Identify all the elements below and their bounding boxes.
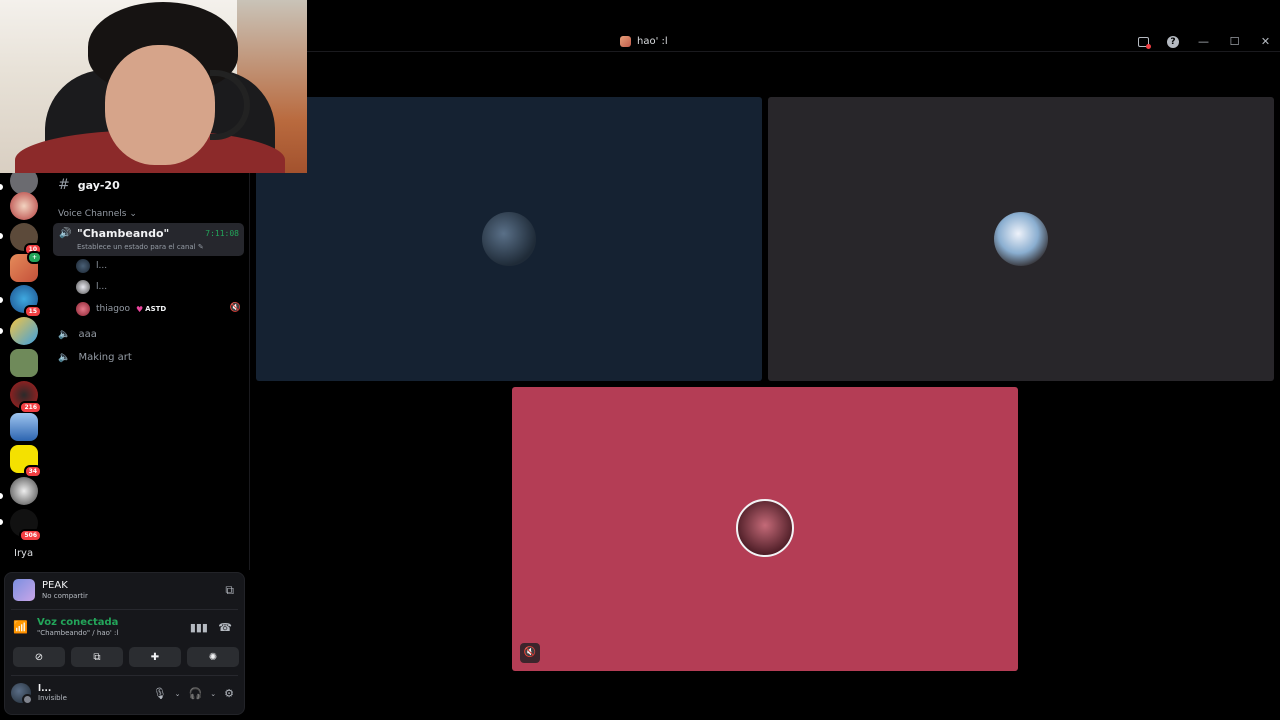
guild-tag: ♥ ASTD [135,304,167,314]
activities-button[interactable]: ✚ [129,647,181,667]
minimize-button[interactable]: — [1197,35,1210,48]
mute-icon: 🔇 [229,303,241,313]
avatar [736,499,794,557]
avatar [482,212,536,266]
server-rail: 10 + 15 216 34 506 [0,167,48,570]
voice-category[interactable]: Voice Channels ⌄ [58,209,137,219]
soundboard-button[interactable]: ✺ [187,647,239,667]
channel-status[interactable]: Establece un estado para el canal ✎ [77,243,204,251]
call-stage: 🔇 [250,53,1280,720]
screen-share-button[interactable]: ⧉ [71,647,123,667]
server-icon[interactable]: 506 [10,509,42,542]
text-channel[interactable]: # gay-20 [58,177,120,193]
window-title-text: hao' :l [637,36,668,47]
notification-badge: 15 [23,305,42,318]
server-icon [620,36,631,47]
participant-tile[interactable] [256,97,762,381]
server-icon[interactable]: + [10,251,42,282]
voice-user[interactable]: l... [76,278,107,296]
speaker-icon: 🔊 [59,228,72,239]
server-icon[interactable] [10,477,38,505]
window-title: hao' :l [620,36,668,47]
participant-tile[interactable]: 🔇 [512,387,1018,671]
camera-toggle-button[interactable]: ⊘ [13,647,65,667]
gear-icon[interactable]: ⚙ [224,687,234,700]
disconnect-icon[interactable]: ☎ [218,621,232,634]
hash-icon: # [58,177,70,193]
voice-connected[interactable]: 📶 Voz conectada "Chambeando" / hao' :l [13,617,118,637]
mute-icon: 🔇 [520,643,540,663]
voice-channel[interactable]: 🔈 Making art [58,352,132,363]
activity-status[interactable]: PEAK No compartir [13,579,88,601]
voice-channel-name: "Chambeando" [77,227,170,240]
screen-share-icon[interactable]: ⧉ [225,583,234,598]
inbox-icon[interactable] [1138,36,1151,49]
call-timer: 7:11:08 [205,229,239,238]
signal-icon: 📶 [13,620,28,634]
notification-badge: 506 [19,529,42,542]
channel-list: # gay-20 Voice Channels ⌄ 🔊 "Chambeando"… [48,173,250,570]
voice-channel-active[interactable]: 🔊 "Chambeando" 7:11:08 Establece un esta… [53,223,244,256]
server-icon[interactable] [10,192,38,220]
close-button[interactable]: ✕ [1259,35,1272,48]
maximize-button[interactable]: ☐ [1228,35,1241,48]
server-icon[interactable] [10,349,38,377]
notification-badge: 34 [23,465,42,478]
webcam-overlay [0,0,307,173]
server-icon[interactable]: 216 [10,381,42,414]
voice-user[interactable]: l... [76,257,107,275]
voice-channel[interactable]: 🔈 aaa [58,329,97,340]
speaker-icon: 🔈 [58,352,71,363]
server-icon[interactable] [10,317,38,345]
server-icon[interactable] [10,413,38,441]
speaker-icon: 🔈 [58,329,71,340]
avatar [11,683,33,705]
server-icon[interactable]: 34 [10,445,42,478]
voice-user[interactable]: thiagoo ♥ ASTD [76,300,166,318]
noise-suppression-icon[interactable]: ▮▮▮ [190,621,208,634]
avatar [994,212,1048,266]
participant-tile[interactable] [768,97,1274,381]
server-text-icon[interactable]: Irya [14,548,33,559]
server-icon[interactable]: 10 [10,223,42,256]
headphones-icon[interactable]: 🎧 [189,687,203,700]
server-icon[interactable]: 15 [10,285,42,318]
mic-icon[interactable]: 🎙 [153,687,167,700]
help-icon[interactable]: ? [1167,35,1179,48]
game-icon [13,579,35,601]
current-user[interactable]: l... Invisible [11,683,67,705]
user-panel: PEAK No compartir ⧉ 📶 Voz conectada "Cha… [4,572,245,715]
